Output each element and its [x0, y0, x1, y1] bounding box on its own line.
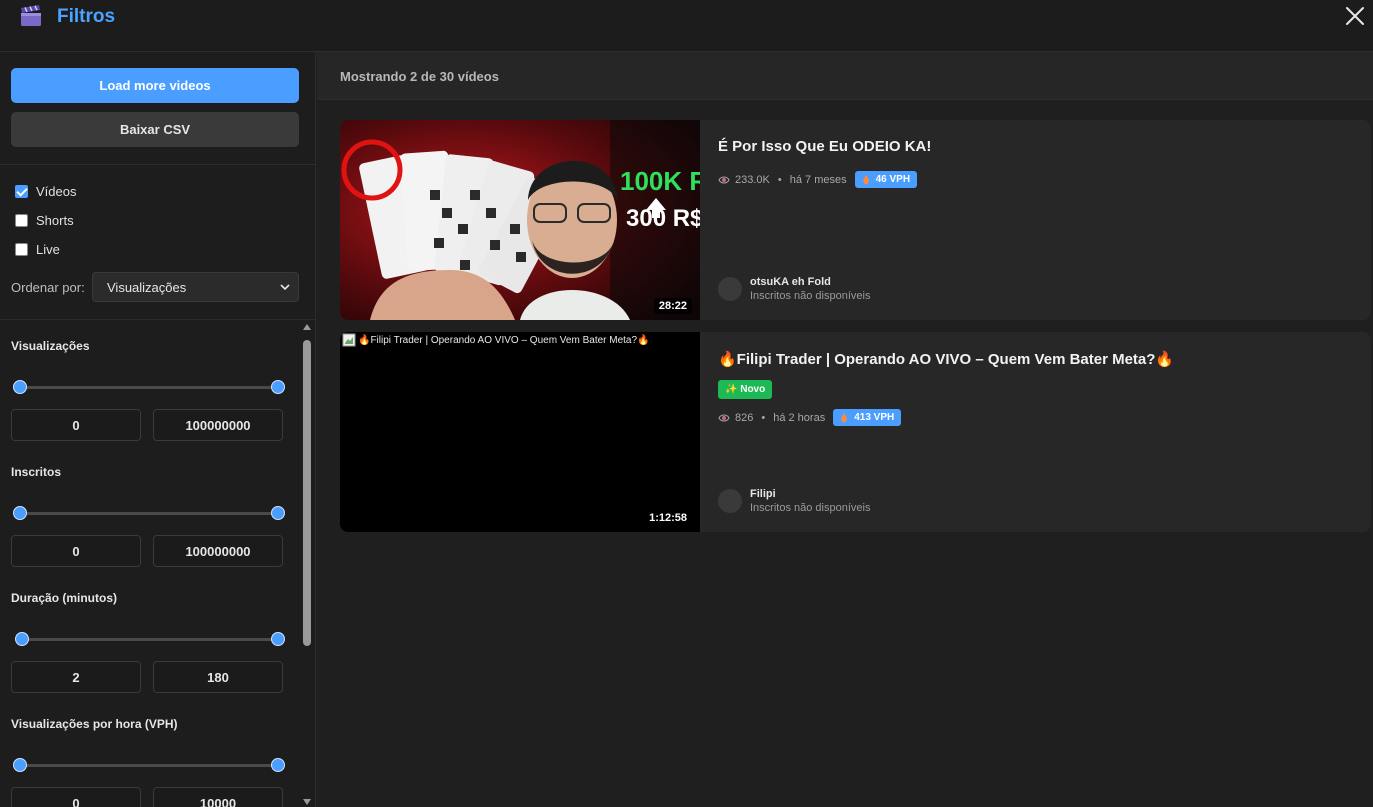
app-root: Filtros Load more videos Baixar CSV Víde… — [0, 0, 1373, 807]
scroll-down-arrow-icon[interactable] — [303, 799, 311, 805]
broken-image-icon — [342, 333, 356, 347]
sort-select[interactable]: Visualizações — [92, 272, 299, 302]
video-views: 826 — [735, 411, 754, 424]
chevron-down-icon — [280, 284, 290, 291]
download-csv-button[interactable]: Baixar CSV — [11, 112, 299, 147]
new-badge: ✨ Novo — [718, 380, 773, 399]
separator-dot: • — [761, 411, 766, 424]
slider-max-handle[interactable] — [271, 380, 285, 394]
vph-min-input[interactable]: 0 — [11, 787, 141, 807]
filter-title-duration: Duração (minutos) — [11, 591, 118, 605]
filters-sidebar: Load more videos Baixar CSV Vídeos Short… — [0, 52, 316, 807]
subscribers-max-input[interactable]: 100000000 — [153, 535, 283, 567]
vph-value: 413 VPH — [854, 412, 895, 423]
close-icon[interactable] — [1343, 4, 1367, 28]
video-title[interactable]: 🔥Filipi Trader | Operando AO VIVO – Quem… — [718, 350, 1174, 368]
slider-track — [20, 764, 278, 767]
checkbox-shorts[interactable] — [15, 214, 28, 227]
views-min-input[interactable]: 0 — [11, 409, 141, 441]
results-count: Mostrando 2 de 30 vídeos — [340, 69, 499, 84]
slider-track — [20, 638, 278, 641]
thumbnail-alt-text: 🔥Filipi Trader | Operando AO VIVO – Quem… — [358, 334, 650, 346]
video-meta: 233.0K • há 7 meses 46 VPH — [718, 171, 918, 188]
views-max-input[interactable]: 100000000 — [153, 409, 283, 441]
subscribers-min-input[interactable]: 0 — [11, 535, 141, 567]
vph-value: 46 VPH — [875, 174, 911, 185]
divider — [0, 164, 315, 165]
channel-name: otsuKA eh Fold — [750, 276, 831, 288]
video-duration: 1:12:58 — [644, 510, 692, 526]
filter-title-vph: Visualizações por hora (VPH) — [11, 717, 178, 731]
filter-title-subscribers: Inscritos — [11, 465, 62, 479]
results-header: Mostrando 2 de 30 vídeos — [317, 52, 1373, 100]
checkbox-live-label: Live — [36, 242, 60, 257]
sort-label: Ordenar por: — [11, 280, 85, 295]
video-thumbnail[interactable]: 🔥Filipi Trader | Operando AO VIVO – Quem… — [340, 332, 700, 532]
avatar — [718, 489, 742, 513]
checkbox-live[interactable] — [15, 243, 28, 256]
slider-max-handle[interactable] — [271, 506, 285, 520]
flame-icon — [862, 174, 869, 184]
header: Filtros — [0, 0, 1373, 52]
checkbox-videos-row[interactable]: Vídeos — [15, 184, 76, 199]
vph-max-input[interactable]: 10000 — [153, 787, 283, 807]
video-duration: 28:22 — [653, 298, 692, 314]
slider-track — [20, 386, 278, 389]
clapperboard-icon — [21, 5, 41, 26]
slider-min-handle[interactable] — [13, 758, 27, 772]
channel-info[interactable]: otsuKA eh Fold Inscritos não disponíveis — [718, 276, 870, 302]
flame-icon — [841, 412, 848, 422]
checkbox-videos-label: Vídeos — [36, 184, 77, 199]
channel-name: Filipi — [750, 488, 776, 500]
page-title: Filtros — [57, 6, 116, 27]
video-age: há 2 horas — [773, 411, 826, 424]
thumbnail-image: 100K R$ 300 R$ — [340, 120, 700, 320]
slider-track — [20, 512, 278, 515]
vph-badge: 46 VPH — [854, 171, 918, 188]
divider — [0, 319, 315, 320]
filter-title-views: Visualizações — [11, 339, 90, 353]
vph-badge: 413 VPH — [833, 409, 902, 426]
sort-select-value: Visualizações — [107, 279, 187, 295]
video-card[interactable]: 🔥Filipi Trader | Operando AO VIVO – Quem… — [340, 332, 1371, 532]
checkbox-shorts-row[interactable]: Shorts — [15, 213, 74, 228]
broken-image-alt: 🔥Filipi Trader | Operando AO VIVO – Quem… — [340, 332, 652, 348]
eye-icon — [718, 414, 730, 421]
checkbox-live-row[interactable]: Live — [15, 242, 60, 257]
subscribers-range-slider[interactable] — [13, 506, 285, 520]
channel-subscribers: Inscritos não disponíveis — [750, 502, 871, 514]
load-more-videos-button[interactable]: Load more videos — [11, 68, 299, 103]
duration-min-input[interactable]: 2 — [11, 661, 141, 693]
views-range-slider[interactable] — [13, 380, 285, 394]
video-card[interactable]: 100K R$ 300 R$ 28:22 É Por Isso Que Eu O… — [340, 120, 1371, 320]
video-views: 233.0K — [735, 173, 770, 186]
duration-max-input[interactable]: 180 — [153, 661, 283, 693]
slider-max-handle[interactable] — [271, 632, 285, 646]
duration-range-slider[interactable] — [15, 632, 285, 646]
slider-min-handle[interactable] — [13, 380, 27, 394]
thumbnail-text-green: 100K R$ — [620, 166, 700, 196]
video-thumbnail[interactable]: 100K R$ 300 R$ 28:22 — [340, 120, 700, 320]
checkbox-shorts-label: Shorts — [36, 213, 74, 228]
channel-info[interactable]: Filipi Inscritos não disponíveis — [718, 488, 870, 514]
results-panel: Mostrando 2 de 30 vídeos 100K R 300 R$ 2… — [317, 52, 1373, 807]
slider-max-handle[interactable] — [271, 758, 285, 772]
vph-range-slider[interactable] — [13, 758, 285, 772]
avatar — [718, 277, 742, 301]
channel-subscribers: Inscritos não disponíveis — [750, 290, 871, 302]
scroll-up-arrow-icon[interactable] — [303, 324, 311, 330]
sidebar-scrollbar[interactable] — [301, 320, 313, 807]
video-meta: 826 • há 2 horas 413 VPH — [718, 409, 902, 426]
scrollbar-thumb[interactable] — [303, 340, 311, 646]
separator-dot: • — [777, 173, 782, 186]
slider-min-handle[interactable] — [15, 632, 29, 646]
video-age: há 7 meses — [789, 173, 847, 186]
slider-min-handle[interactable] — [13, 506, 27, 520]
eye-icon — [718, 176, 730, 183]
checkbox-videos[interactable] — [15, 185, 28, 198]
video-title[interactable]: É Por Isso Que Eu ODEIO KA! — [718, 138, 931, 155]
